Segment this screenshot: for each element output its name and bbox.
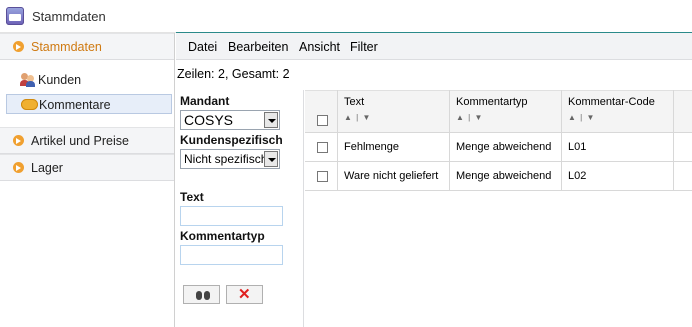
- text-input[interactable]: [180, 206, 283, 226]
- row-checkbox[interactable]: [317, 171, 328, 182]
- text-label: Text: [180, 190, 204, 204]
- section-artikel-und-preise[interactable]: Artikel und Preise: [0, 127, 174, 154]
- section-lager[interactable]: Lager: [0, 154, 174, 181]
- table-row[interactable]: Ware nicht geliefert Menge abweichend L0…: [305, 162, 692, 191]
- column-label: Kommentar-Code: [568, 96, 655, 108]
- cell-kommentar-code: L01: [568, 141, 587, 153]
- title-bar: Stammdaten: [0, 0, 692, 33]
- search-button[interactable]: [183, 285, 220, 304]
- window-title: Stammdaten: [32, 9, 106, 24]
- table-row[interactable]: Fehlmenge Menge abweichend L01: [305, 133, 692, 162]
- mandant-label: Mandant: [180, 94, 230, 108]
- section-stammdaten[interactable]: Stammdaten: [0, 33, 174, 60]
- users-icon: [20, 73, 36, 87]
- mandant-value: COSYS: [184, 112, 234, 128]
- reset-button[interactable]: ✕: [226, 285, 263, 304]
- sort-icon[interactable]: ▲ | ▼: [456, 113, 483, 122]
- cell-text: Ware nicht geliefert: [344, 170, 439, 182]
- kundenspezifisch-label: Kundenspezifisch: [180, 133, 283, 147]
- kommentartyp-label: Kommentartyp: [180, 229, 265, 243]
- kundenspezifisch-value: Nicht spezifisch: [184, 152, 264, 166]
- sort-icon[interactable]: ▲ | ▼: [344, 113, 371, 122]
- table-header: Text ▲ | ▼ Kommentartyp ▲ | ▼ Kommentar-…: [305, 90, 692, 133]
- column-divider: [449, 90, 450, 191]
- section-label: Stammdaten: [31, 40, 102, 54]
- select-all-checkbox[interactable]: [317, 115, 328, 126]
- menu-filter[interactable]: Filter: [350, 40, 378, 54]
- menu-bearbeiten[interactable]: Bearbeiten: [228, 40, 288, 54]
- sidebar-item-label: Kommentare: [39, 98, 111, 112]
- column-divider: [673, 90, 674, 191]
- comment-icon: [21, 99, 38, 110]
- column-header-text[interactable]: Text ▲ | ▼: [338, 91, 450, 132]
- arrow-circle-icon: [13, 41, 24, 52]
- sort-icon[interactable]: ▲ | ▼: [568, 113, 595, 122]
- cell-text: Fehlmenge: [344, 141, 400, 153]
- column-header-kommentar-code[interactable]: Kommentar-Code ▲ | ▼: [562, 91, 674, 132]
- cell-kommentartyp: Menge abweichend: [456, 170, 552, 182]
- column-label: Text: [344, 96, 365, 108]
- kundenspezifisch-select[interactable]: Nicht spezifisch: [180, 149, 280, 169]
- sidebar-item-kunden[interactable]: Kunden: [6, 70, 172, 90]
- menu-bar: Datei Bearbeiten Ansicht Filter: [176, 33, 692, 60]
- binoculars-icon: [196, 289, 210, 300]
- sidebar: Stammdaten Kunden Kommentare Artikel und…: [0, 33, 175, 327]
- mandant-select[interactable]: COSYS: [180, 110, 280, 130]
- arrow-circle-icon: [13, 135, 24, 146]
- cell-kommentartyp: Menge abweichend: [456, 141, 552, 153]
- chevron-down-icon[interactable]: [264, 112, 278, 128]
- row-checkbox[interactable]: [317, 142, 328, 153]
- row-count: Zeilen: 2, Gesamt: 2: [177, 67, 290, 81]
- sidebar-item-kommentare[interactable]: Kommentare: [6, 94, 172, 114]
- menu-datei[interactable]: Datei: [188, 40, 217, 54]
- app-icon: [6, 7, 24, 25]
- arrow-circle-icon: [13, 162, 24, 173]
- column-header-kommentartyp[interactable]: Kommentartyp ▲ | ▼: [450, 91, 562, 132]
- data-grid: Text ▲ | ▼ Kommentartyp ▲ | ▼ Kommentar-…: [305, 90, 692, 327]
- column-divider: [561, 90, 562, 191]
- menu-ansicht[interactable]: Ansicht: [299, 40, 340, 54]
- kommentartyp-input[interactable]: [180, 245, 283, 265]
- cell-kommentar-code: L02: [568, 170, 587, 182]
- sidebar-item-label: Kunden: [38, 73, 82, 87]
- section-label: Artikel und Preise: [31, 134, 129, 148]
- section-label: Lager: [31, 161, 63, 175]
- column-divider: [337, 90, 338, 191]
- chevron-down-icon[interactable]: [264, 151, 278, 167]
- close-icon: ✕: [238, 286, 251, 303]
- column-label: Kommentartyp: [456, 96, 528, 108]
